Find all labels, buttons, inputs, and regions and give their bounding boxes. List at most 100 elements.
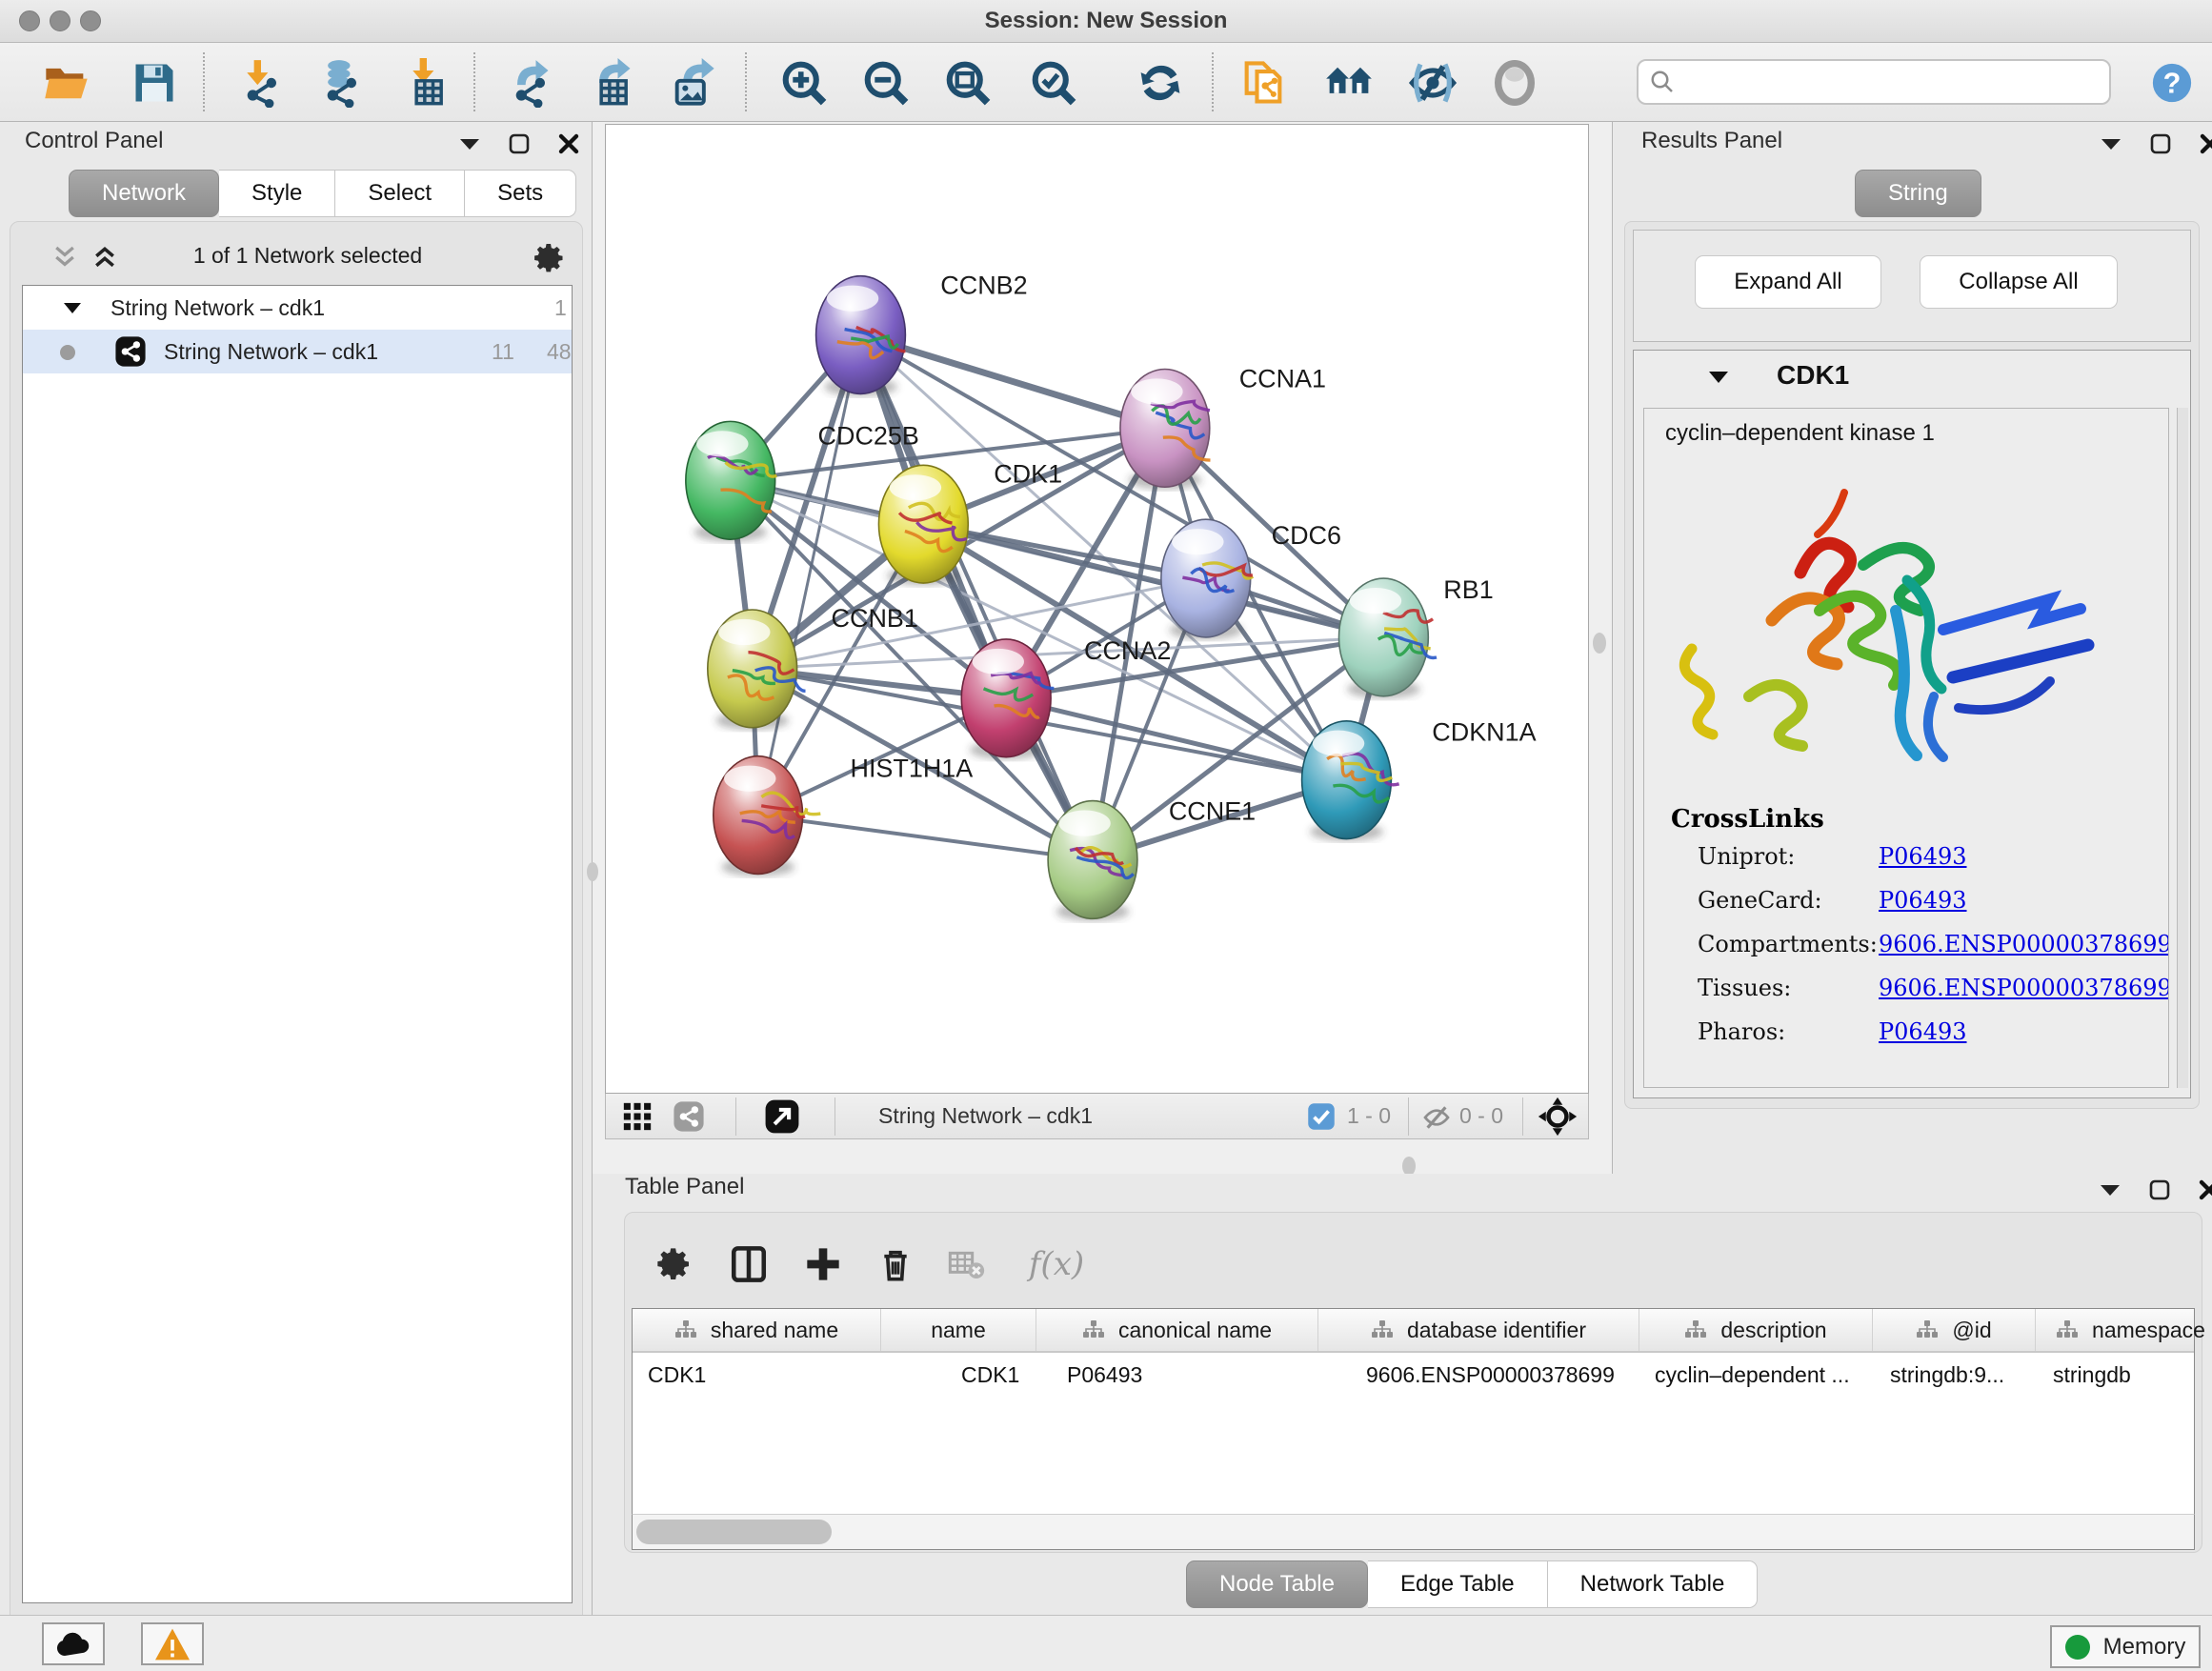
export-network-button[interactable] bbox=[503, 56, 556, 110]
node-CCNA1[interactable]: CCNA1 bbox=[1120, 364, 1326, 489]
fit-crosshair-icon[interactable] bbox=[1538, 1097, 1578, 1137]
expand-all-icon[interactable] bbox=[90, 243, 119, 272]
panel-menu-icon[interactable] bbox=[2096, 1176, 2124, 1204]
column-header-description[interactable]: description bbox=[1639, 1309, 1873, 1351]
crosslink-link[interactable]: 9606.ENSP00000378699 bbox=[1879, 931, 2169, 957]
panel-float-icon[interactable] bbox=[2146, 130, 2175, 158]
zoom-selected-button[interactable] bbox=[1027, 56, 1080, 110]
show-eye-button[interactable] bbox=[1488, 56, 1541, 110]
search-input[interactable] bbox=[1637, 59, 2111, 105]
help-button[interactable]: ? bbox=[2145, 56, 2199, 110]
tab-edge-table[interactable]: Edge Table bbox=[1368, 1560, 1548, 1608]
column-header-name[interactable]: name bbox=[881, 1309, 1036, 1351]
column-header-database-identifier[interactable]: database identifier bbox=[1318, 1309, 1639, 1351]
warning-status-button[interactable] bbox=[141, 1622, 204, 1665]
panel-menu-icon[interactable] bbox=[2097, 130, 2125, 158]
import-table-from-file-button[interactable] bbox=[400, 56, 453, 110]
crosslink-link[interactable]: P06493 bbox=[1879, 1018, 1967, 1045]
right-splitter-handle[interactable] bbox=[1593, 633, 1606, 654]
zoom-out-button[interactable] bbox=[859, 56, 913, 110]
panel-float-icon[interactable] bbox=[2145, 1176, 2174, 1204]
apply-layout-button[interactable] bbox=[1134, 56, 1187, 110]
node-CDK1[interactable]: CDK1 bbox=[878, 459, 1062, 585]
table-row[interactable]: CDK1CDK1P064939606.ENSP00000378699cyclin… bbox=[633, 1353, 2194, 1399]
tab-network[interactable]: Network bbox=[69, 170, 219, 217]
edge-CCNB2-HIST1H1A[interactable] bbox=[758, 335, 861, 815]
show-eye-icon bbox=[1490, 58, 1539, 108]
cloud-status-button[interactable] bbox=[42, 1622, 105, 1665]
edge-CCNB2-CCNA1[interactable] bbox=[860, 335, 1164, 429]
table-header-row: shared namenamecanonical namedatabase id… bbox=[633, 1309, 2194, 1353]
cell-shared-name: CDK1 bbox=[633, 1353, 881, 1399]
panel-close-icon[interactable] bbox=[554, 130, 583, 158]
column-header-namespace[interactable]: namespace bbox=[2036, 1309, 2212, 1351]
save-session-button[interactable] bbox=[128, 56, 181, 110]
panel-menu-icon[interactable] bbox=[455, 130, 484, 158]
network-canvas[interactable]: CCNB2 CCNA1 CDC25B CDK1 CDC6 RB1 CCNB1 C… bbox=[605, 124, 1589, 1094]
tab-select[interactable]: Select bbox=[335, 170, 465, 217]
network-edge-count: 48 bbox=[547, 339, 572, 365]
results-scrollbar[interactable] bbox=[2177, 408, 2188, 1088]
selected-checkbox-icon[interactable] bbox=[1307, 1102, 1336, 1131]
panel-close-icon[interactable] bbox=[2196, 130, 2212, 158]
tab-node-table[interactable]: Node Table bbox=[1186, 1560, 1368, 1608]
horizontal-splitter-handle[interactable] bbox=[1402, 1157, 1416, 1176]
add-column-plus-icon[interactable] bbox=[798, 1239, 848, 1289]
import-network-from-database-button[interactable] bbox=[314, 56, 368, 110]
tab-string[interactable]: String bbox=[1855, 170, 1981, 217]
scrollbar-thumb[interactable] bbox=[636, 1520, 832, 1544]
collapse-all-button[interactable]: Collapse All bbox=[1920, 255, 2118, 309]
show-home-button[interactable] bbox=[1322, 56, 1376, 110]
crosslink-link[interactable]: P06493 bbox=[1879, 887, 1967, 914]
delete-column-trash-icon[interactable] bbox=[871, 1239, 920, 1289]
share-network-icon[interactable] bbox=[673, 1100, 705, 1133]
tab-network-table[interactable]: Network Table bbox=[1548, 1560, 1759, 1608]
panel-close-icon[interactable] bbox=[2195, 1176, 2212, 1204]
open-session-icon bbox=[42, 58, 91, 108]
node-CDKN1A[interactable]: CDKN1A bbox=[1302, 718, 1537, 841]
svg-text:CDK1: CDK1 bbox=[994, 459, 1062, 488]
application-statusbar: Memory bbox=[0, 1615, 2212, 1671]
tab-sets[interactable]: Sets bbox=[465, 170, 576, 217]
tab-style[interactable]: Style bbox=[219, 170, 335, 217]
entry-description: cyclin–dependent kinase 1 bbox=[1665, 420, 1935, 447]
column-header-shared-name[interactable]: shared name bbox=[633, 1309, 881, 1351]
tree-expand-icon[interactable] bbox=[63, 301, 82, 314]
left-splitter-handle[interactable] bbox=[587, 862, 598, 881]
table-settings-gear-icon[interactable] bbox=[650, 1239, 699, 1289]
zoom-in-button[interactable] bbox=[777, 56, 831, 110]
clone-network-button[interactable] bbox=[1237, 56, 1290, 110]
open-in-window-icon[interactable] bbox=[764, 1098, 800, 1135]
function-builder-icon[interactable]: f(x) bbox=[1014, 1239, 1099, 1289]
node-HIST1H1A[interactable]: HIST1H1A bbox=[714, 755, 973, 876]
network-list-toolbar: 1 of 1 Network selected bbox=[22, 235, 573, 279]
birdseye-grid-icon[interactable] bbox=[621, 1100, 654, 1133]
export-table-button[interactable] bbox=[585, 56, 638, 110]
node-RB1[interactable]: RB1 bbox=[1339, 575, 1494, 698]
column-header-id[interactable]: @id bbox=[1873, 1309, 2036, 1351]
column-header-canonical-name[interactable]: canonical name bbox=[1036, 1309, 1318, 1351]
collapse-all-icon[interactable] bbox=[50, 243, 79, 272]
network-collection-row[interactable]: String Network – cdk1 1 bbox=[23, 286, 572, 330]
export-image-button[interactable] bbox=[667, 56, 720, 110]
zoom-fit-content-button[interactable] bbox=[941, 56, 995, 110]
expand-all-button[interactable]: Expand All bbox=[1695, 255, 1881, 309]
open-session-button[interactable] bbox=[40, 56, 93, 110]
delete-table-icon[interactable] bbox=[941, 1239, 991, 1289]
import-network-from-file-button[interactable] bbox=[234, 56, 288, 110]
crosslink-link[interactable]: 9606.ENSP00000378699 bbox=[1879, 975, 2169, 1001]
show-columns-icon[interactable] bbox=[724, 1239, 774, 1289]
table-horizontal-scrollbar[interactable] bbox=[632, 1514, 2195, 1550]
panel-float-icon[interactable] bbox=[505, 130, 533, 158]
crosslink-link[interactable]: P06493 bbox=[1879, 843, 1967, 870]
edge-HIST1H1A-CCNE1[interactable] bbox=[758, 815, 1093, 860]
node-entry-header[interactable]: CDK1 bbox=[1634, 351, 2190, 404]
network-row[interactable]: String Network – cdk1 11 48 bbox=[23, 330, 572, 373]
cell-database-identifier: 9606.ENSP00000378699 bbox=[1318, 1353, 1639, 1399]
hide-selected-eye-button[interactable] bbox=[1406, 56, 1459, 110]
memory-button[interactable]: Memory bbox=[2050, 1625, 2201, 1668]
hidden-eye-icon[interactable] bbox=[1421, 1102, 1452, 1133]
string-results-card: Expand All Collapse All CDK1 cyclin–depe… bbox=[1624, 221, 2200, 1109]
gear-icon[interactable] bbox=[533, 241, 567, 275]
entry-collapse-icon[interactable] bbox=[1708, 370, 1729, 384]
